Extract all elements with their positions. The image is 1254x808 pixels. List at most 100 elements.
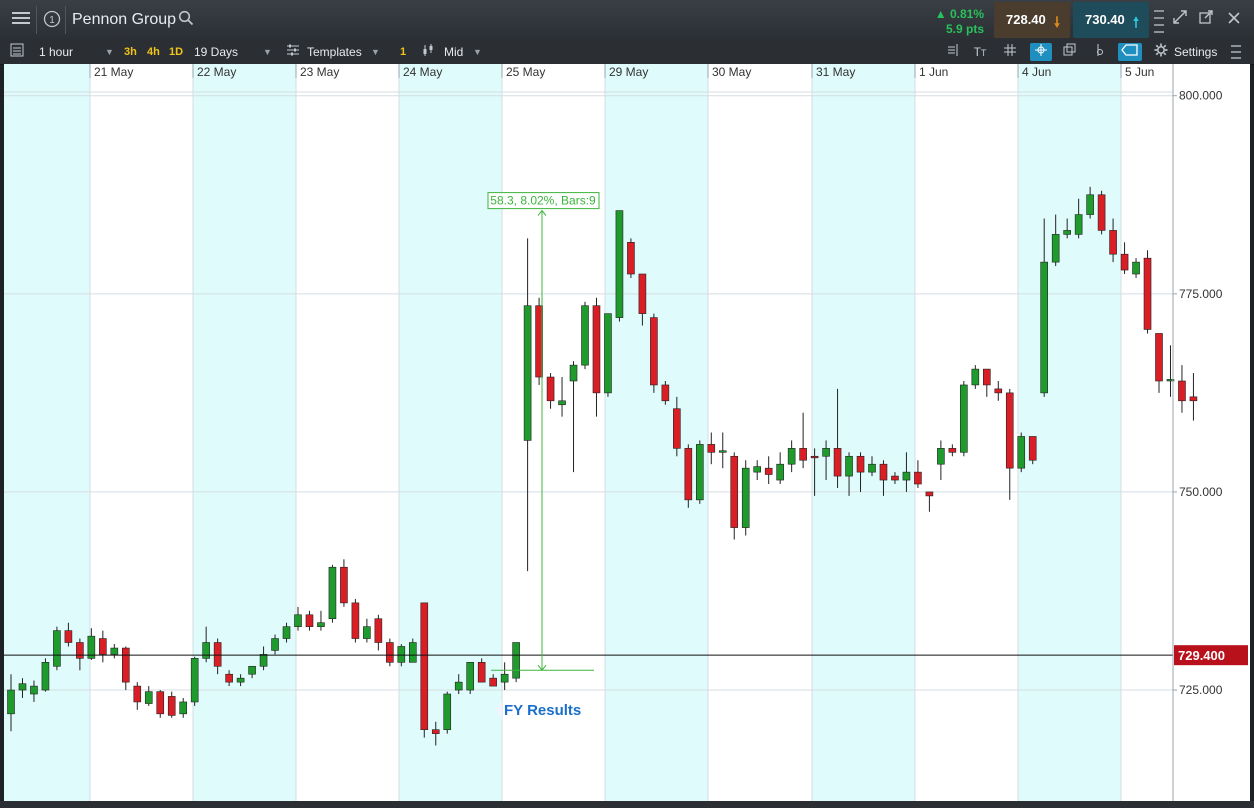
candle-body xyxy=(110,647,119,655)
candle-body xyxy=(592,305,601,394)
drawing-list-icon[interactable] xyxy=(943,43,961,61)
pin-icon[interactable] xyxy=(1091,43,1109,61)
candle-body xyxy=(787,448,796,465)
candle-body xyxy=(1155,333,1163,382)
gear-icon[interactable] xyxy=(1152,43,1170,61)
tag-icon[interactable] xyxy=(1118,43,1142,61)
expand-icon[interactable] xyxy=(1171,10,1189,30)
candle-body xyxy=(937,448,945,465)
candle-body xyxy=(294,614,302,627)
candle-body xyxy=(718,450,727,453)
change-percent: ▲ 0.81% xyxy=(934,7,984,21)
candle-body xyxy=(18,683,27,691)
candle-body xyxy=(776,463,784,481)
templates-menu[interactable]: Templates ▼ xyxy=(307,40,383,64)
candlestick-chart[interactable]: 21 May 22 May 23 May 24 May 25 May 29 May 30 M… xyxy=(4,64,1250,801)
candle-body xyxy=(581,305,589,366)
candle-body xyxy=(1086,194,1094,215)
date-label: 30 May xyxy=(712,65,751,79)
candle-body xyxy=(707,444,716,453)
candle-body xyxy=(271,638,279,651)
buy-button[interactable]: 730.40 🠕 xyxy=(1073,2,1149,38)
chart-toolbar: 1 hour ▼ 3h 4h 1D 19 Days ▼ Templates ▼ 1 M… xyxy=(0,40,1254,65)
candle-body xyxy=(363,626,371,639)
popout-icon[interactable] xyxy=(1197,10,1215,30)
candle-body xyxy=(328,566,337,620)
candle-body xyxy=(179,701,187,715)
candle-body xyxy=(638,273,647,314)
candle-body xyxy=(477,662,486,683)
close-icon[interactable] xyxy=(1225,10,1243,30)
interval-select[interactable]: 1 hour ▼ xyxy=(39,40,117,64)
candle-body xyxy=(925,491,934,497)
quick-3h-button[interactable]: 3h xyxy=(124,40,137,64)
crosshair-icon[interactable] xyxy=(1030,43,1052,61)
arrow-up-icon: 🠕 xyxy=(1132,14,1139,30)
candle-body xyxy=(1040,261,1048,394)
text-size-icon[interactable]: TT xyxy=(971,43,989,61)
menu-icon[interactable] xyxy=(10,10,32,32)
annotation-label: FY Results xyxy=(504,702,581,719)
divider xyxy=(36,6,37,34)
candle-body xyxy=(1120,253,1129,271)
candle-body xyxy=(868,463,876,473)
candle-body xyxy=(661,384,670,402)
candle-body xyxy=(443,693,452,730)
price-label: 750.000 xyxy=(1179,485,1223,499)
candle-body xyxy=(340,566,348,604)
indicator-count-badge[interactable]: 1 xyxy=(400,40,406,64)
search-icon[interactable] xyxy=(176,10,196,32)
sell-button[interactable]: 728.40 🠗 xyxy=(994,2,1070,38)
settings-button[interactable]: Settings xyxy=(1174,40,1217,64)
window-title-bar: 1 Pennon Group ▲ 0.81% 5.9 pts 728.40 🠗 … xyxy=(0,0,1254,41)
price-type-select[interactable]: Mid ▼ xyxy=(444,40,486,64)
candles-icon[interactable] xyxy=(421,43,439,61)
candle-body xyxy=(1109,230,1117,255)
candle-body xyxy=(673,408,681,449)
candle-body xyxy=(374,618,383,643)
candle-body xyxy=(282,626,291,639)
date-label: 25 May xyxy=(506,65,545,79)
candle-body xyxy=(305,614,314,627)
candle-body xyxy=(144,691,153,704)
candle-body xyxy=(317,622,325,627)
candle-body xyxy=(41,662,50,691)
date-label: 23 May xyxy=(300,65,339,79)
buy-price: 730.40 xyxy=(1085,12,1125,27)
templates-icon[interactable] xyxy=(284,43,302,61)
candle-body xyxy=(684,448,693,501)
candle-body xyxy=(99,638,107,655)
candle-body xyxy=(53,630,61,667)
list-icon[interactable] xyxy=(8,43,26,61)
layers-icon[interactable] xyxy=(1061,43,1079,61)
candle-body xyxy=(627,242,635,275)
info-icon[interactable]: 1 xyxy=(42,10,62,34)
candle-body xyxy=(891,475,899,481)
scroll-handle[interactable] xyxy=(1153,4,1165,36)
chevron-down-icon: ▼ xyxy=(371,47,380,57)
grid-icon[interactable] xyxy=(1001,43,1019,61)
quick-1d-button[interactable]: 1D xyxy=(169,40,183,64)
candle-body xyxy=(764,467,773,475)
range-label: 19 Days xyxy=(194,45,239,59)
candle-body xyxy=(799,448,807,461)
candle-body xyxy=(730,455,739,528)
candle-body xyxy=(994,388,1003,394)
candle-body xyxy=(408,642,417,663)
quick-4h-button[interactable]: 4h xyxy=(147,40,160,64)
scroll-handle[interactable] xyxy=(1230,43,1242,61)
candle-body xyxy=(512,642,520,679)
price-chart[interactable]: 21 May 22 May 23 May 24 May 25 May 29 May 30 M… xyxy=(4,64,1250,801)
candle-body xyxy=(971,368,980,386)
chevron-down-icon: ▼ xyxy=(263,47,272,57)
status-bar xyxy=(0,801,1254,808)
candle-body xyxy=(604,313,612,394)
date-label: 1 Jun xyxy=(919,65,948,79)
range-select[interactable]: 19 Days ▼ xyxy=(194,40,274,64)
candle-body xyxy=(225,673,233,683)
divider xyxy=(65,6,66,34)
candle-body xyxy=(76,642,84,659)
svg-text:1: 1 xyxy=(49,15,55,26)
candle-body xyxy=(167,696,176,716)
candle-body xyxy=(190,658,199,703)
